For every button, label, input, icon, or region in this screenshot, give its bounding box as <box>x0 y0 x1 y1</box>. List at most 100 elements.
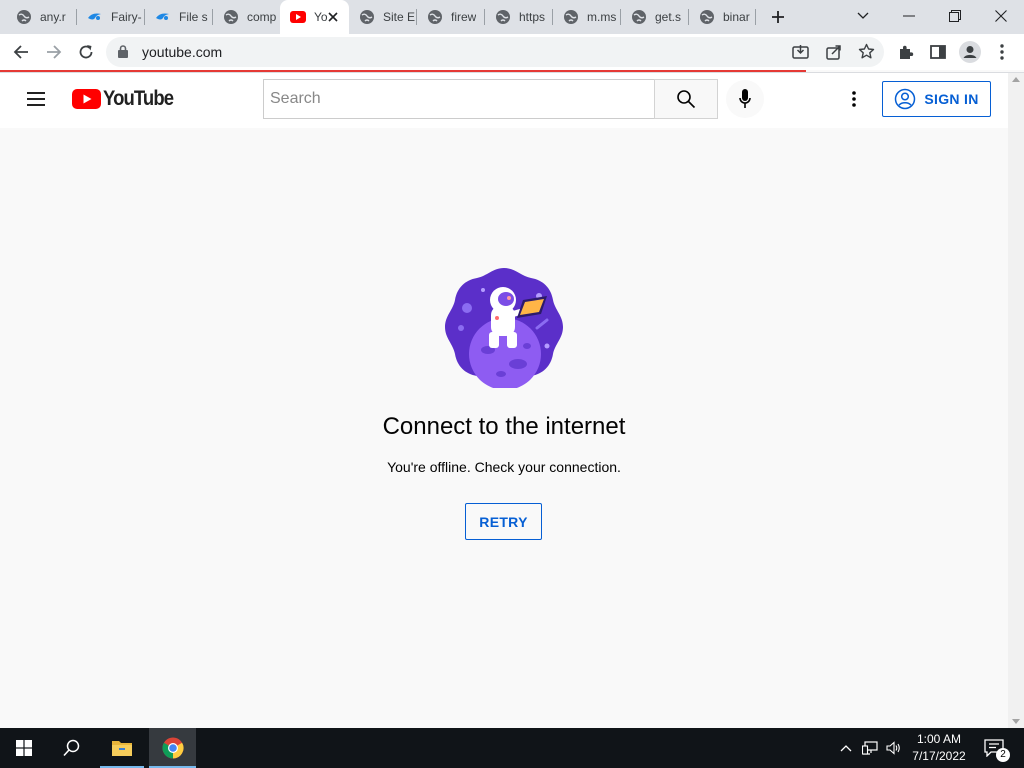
youtube-icon <box>290 9 306 25</box>
voice-search-button[interactable] <box>726 80 764 118</box>
windows-taskbar: 1:00 AM 7/17/2022 2 <box>0 728 1024 768</box>
chevron-down-icon <box>857 12 869 19</box>
lock-icon <box>118 45 128 63</box>
taskbar-search-button[interactable] <box>48 728 96 768</box>
url-text: youtube.com <box>142 44 223 60</box>
astronaut-illustration <box>445 268 563 388</box>
tab-title: File s <box>179 10 208 24</box>
tab-https[interactable]: https <box>485 0 552 34</box>
youtube-logo[interactable]: YouTube <box>72 87 183 111</box>
microphone-icon <box>739 89 751 108</box>
settings-menu-button[interactable] <box>840 85 868 113</box>
minimize-button[interactable] <box>886 0 932 32</box>
back-button[interactable] <box>7 38 35 66</box>
tab-comp[interactable]: comp <box>213 0 279 34</box>
chrome-icon <box>161 737 184 759</box>
close-window-button[interactable] <box>978 0 1024 32</box>
browser-toolbar: youtube.com <box>0 34 1024 70</box>
reload-icon <box>79 45 93 59</box>
clock-time: 1:00 AM <box>916 732 962 746</box>
tab-title: binar <box>723 10 750 24</box>
fairy-icon <box>155 9 171 25</box>
new-tab-button[interactable] <box>766 5 790 29</box>
globe-icon <box>631 9 647 25</box>
forward-button[interactable] <box>40 38 68 66</box>
offline-message: You're offline. Check your connection. <box>387 459 621 475</box>
tab-get-s[interactable]: get.s <box>621 0 688 34</box>
account-circle-icon <box>895 88 916 110</box>
browser-menu-button[interactable] <box>988 38 1016 66</box>
youtube-masthead: YouTube SIGN IN <box>0 73 1008 128</box>
retry-button[interactable]: RETRY <box>465 503 542 540</box>
youtube-play-icon <box>72 89 101 109</box>
search-button[interactable] <box>654 79 718 119</box>
tab-separator <box>755 9 756 25</box>
vertical-scrollbar[interactable] <box>1008 73 1024 728</box>
bookmark-star-icon[interactable] <box>858 43 875 65</box>
globe-icon <box>16 9 32 25</box>
hamburger-menu-icon <box>27 92 45 106</box>
extensions-button[interactable] <box>892 38 920 66</box>
tab-search-button[interactable] <box>840 0 886 32</box>
restore-button[interactable] <box>932 0 978 32</box>
show-hidden-icons-chevron-icon[interactable] <box>838 740 854 756</box>
sign-in-label: SIGN IN <box>924 91 979 107</box>
search-icon <box>63 739 80 757</box>
tab-title: firew <box>451 10 477 24</box>
close-tab-icon[interactable] <box>325 9 341 25</box>
tab-title: any.r <box>40 10 66 24</box>
plus-icon <box>772 11 784 23</box>
arrow-right-icon <box>47 45 62 59</box>
tab-strip: any.r Fairy- File s comp Yo Site E firew… <box>0 0 1024 34</box>
tab-youtube[interactable]: Yo <box>280 0 349 34</box>
chrome-taskbar-button[interactable] <box>149 728 196 768</box>
tab-m-ms[interactable]: m.ms <box>553 0 620 34</box>
restore-icon <box>949 10 961 22</box>
tab-firew[interactable]: firew <box>417 0 484 34</box>
tab-title: Site E <box>383 10 416 24</box>
profile-avatar-icon <box>959 41 981 63</box>
share-icon[interactable] <box>826 44 842 65</box>
search-box <box>263 79 655 119</box>
tab-any-r[interactable]: any.r <box>6 0 76 34</box>
tab-title: https <box>519 10 546 24</box>
tab-title: comp <box>247 10 277 24</box>
reload-button[interactable] <box>72 38 100 66</box>
offline-title: Connect to the internet <box>382 413 626 440</box>
network-icon[interactable] <box>862 740 878 756</box>
tab-site-e[interactable]: Site E <box>349 0 416 34</box>
kebab-menu-icon <box>1000 44 1004 60</box>
start-button[interactable] <box>0 728 48 768</box>
arrow-left-icon <box>13 45 28 59</box>
address-bar[interactable]: youtube.com <box>106 37 884 67</box>
folder-icon <box>112 741 132 756</box>
close-icon <box>995 10 1007 22</box>
minimize-icon <box>903 15 915 17</box>
tab-fairy[interactable]: Fairy- <box>77 0 144 34</box>
search-input[interactable] <box>264 80 654 118</box>
kebab-menu-icon <box>852 91 856 107</box>
globe-icon <box>563 9 579 25</box>
notification-count-badge: 2 <box>996 748 1010 762</box>
scroll-down-arrow-icon[interactable] <box>1012 719 1020 724</box>
guide-menu-button[interactable] <box>22 85 50 113</box>
globe-icon <box>223 9 239 25</box>
offline-page: Connect to the internet You're offline. … <box>0 128 1008 728</box>
youtube-logo-text: YouTube <box>103 87 174 110</box>
puzzle-icon <box>900 45 914 59</box>
tab-binar[interactable]: binar <box>689 0 755 34</box>
tab-title: Fairy- <box>111 10 142 24</box>
file-explorer-button[interactable] <box>100 728 144 768</box>
action-center-button[interactable]: 2 <box>980 728 1010 768</box>
tab-title: m.ms <box>587 10 617 24</box>
globe-icon <box>359 9 375 25</box>
side-panel-button[interactable] <box>924 38 952 66</box>
tab-file-s[interactable]: File s <box>145 0 212 34</box>
install-app-icon[interactable] <box>792 44 809 65</box>
sign-in-button[interactable]: SIGN IN <box>882 81 991 117</box>
globe-icon <box>699 9 715 25</box>
search-icon <box>677 90 696 109</box>
system-clock[interactable]: 1:00 AM 7/17/2022 <box>900 731 978 765</box>
scroll-up-arrow-icon[interactable] <box>1012 77 1020 82</box>
profile-button[interactable] <box>956 38 984 66</box>
